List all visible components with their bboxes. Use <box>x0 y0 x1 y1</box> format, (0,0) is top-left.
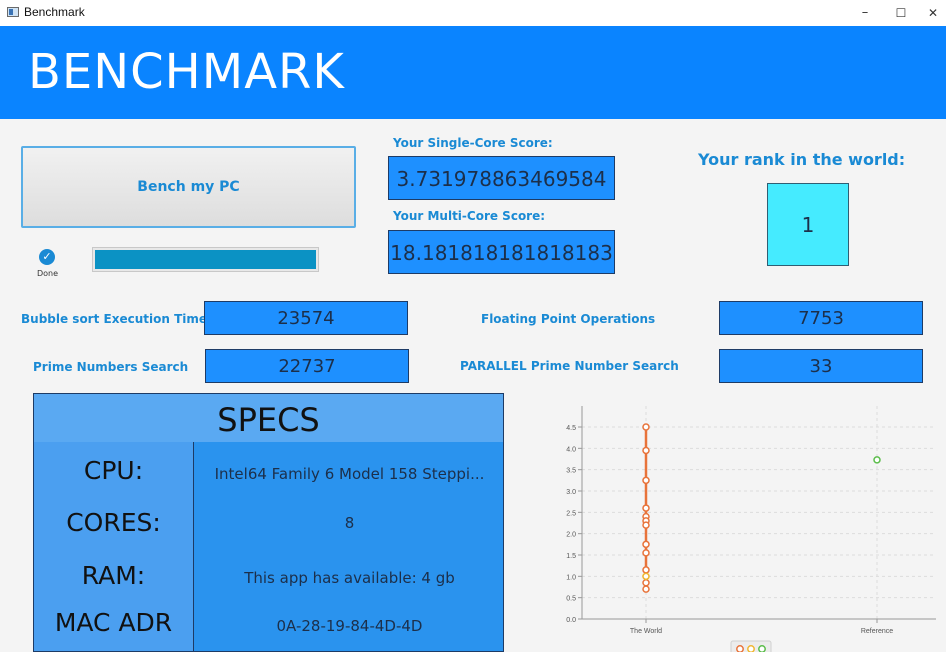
chart-point-series-0 <box>642 521 650 529</box>
chart-y-tick-label: 0.0 <box>566 617 576 624</box>
chart-legend-marker-2 <box>758 645 766 652</box>
chart-x-tick-label: Reference <box>861 628 893 635</box>
close-icon[interactable]: ✕ <box>918 2 946 24</box>
results-scatter-chart: 0.0 0.5 1.0 1.5 2.0 2.5 3.0 3.5 4.0 4.5 The World R… <box>566 406 936 652</box>
chart-point-series-1 <box>642 572 650 581</box>
specs-keys: CPU: CORES: RAM: MAC ADR <box>34 442 194 651</box>
check-icon: ✓ <box>39 249 55 265</box>
bench-my-pc-button[interactable]: Bench my PC <box>21 146 356 228</box>
spec-key-mac: MAC ADR <box>54 608 173 637</box>
spec-key-cores: CORES: <box>66 508 161 537</box>
multi-core-score-field: 18.181818181818183 <box>388 230 615 274</box>
specs-title: SPECS <box>34 394 503 443</box>
chart-y-tick-label: 2.0 <box>566 532 576 539</box>
prime-search-value: 22737 <box>205 349 409 383</box>
spec-key-cpu: CPU: <box>83 456 144 485</box>
chart-point-series-0 <box>642 585 650 593</box>
chart-y-tick-label: 2.5 <box>566 510 576 517</box>
floating-point-value: 7753 <box>719 301 923 335</box>
chart-x-tick-label: The World <box>630 628 662 635</box>
chart-y-tick-label: 3.5 <box>566 468 576 475</box>
spec-value-cpu: Intel64 Family 6 Model 158 Steppi... <box>214 465 485 483</box>
chart-point-series-0 <box>642 540 650 549</box>
chart-point-series-0 <box>642 504 650 512</box>
progress-bar <box>92 247 319 272</box>
app-window-icon <box>7 7 19 17</box>
app-header: BENCHMARK <box>0 26 946 119</box>
progress-fill <box>95 250 316 269</box>
chart-y-tick-label: 4.0 <box>566 446 576 453</box>
chart-point-series-0 <box>642 446 650 455</box>
chart-point-series-0 <box>642 578 650 587</box>
page-title: BENCHMARK <box>28 44 345 100</box>
rank-label: Your rank in the world: <box>698 150 906 169</box>
spec-value-ram: This app has available: 4 gb <box>244 569 455 587</box>
spec-value-cores: 8 <box>344 514 355 532</box>
spec-key-ram: RAM: <box>81 561 146 590</box>
window-title: Benchmark <box>24 5 85 19</box>
chart-y-tick-label: 3.0 <box>566 489 576 496</box>
chart-y-tick-label: 0.5 <box>566 596 576 603</box>
chart-point-series-0 <box>642 476 650 485</box>
prime-search-label: Prime Numbers Search <box>33 360 189 374</box>
maximize-icon[interactable]: ☐ <box>886 2 916 24</box>
chart-y-tick-label: 4.5 <box>566 425 576 432</box>
minimize-icon[interactable]: – <box>850 2 880 24</box>
chart-legend-marker-0 <box>736 645 744 652</box>
chart-point-series-0 <box>642 549 650 557</box>
title-bar: Benchmark – ☐ ✕ <box>0 0 946 27</box>
chart-point-series-0 <box>642 566 650 574</box>
chart-legend-marker-1 <box>747 645 755 652</box>
status-label: Done <box>37 269 59 278</box>
spec-value-mac: 0A-28-19-84-4D-4D <box>276 617 423 635</box>
chart-point-series-0 <box>642 423 650 431</box>
chart-point-series-2 <box>873 456 881 464</box>
chart-y-tick-label: 1.0 <box>566 574 576 581</box>
floating-point-label: Floating Point Operations <box>481 312 656 326</box>
parallel-prime-label: PARALLEL Prime Number Search <box>460 359 679 373</box>
rank-value: 1 <box>767 183 849 266</box>
bubble-sort-value: 23574 <box>204 301 408 335</box>
chart-y-tick-label: 1.5 <box>566 553 576 560</box>
single-core-score-field: 3.731978863469584 <box>388 156 615 200</box>
specs-panel: SPECS CPU: CORES: RAM: MAC ADR Intel64 F… <box>33 393 504 652</box>
bubble-sort-label: Bubble sort Execution Time <box>21 312 208 326</box>
specs-values: Intel64 Family 6 Model 158 Steppi... 8 T… <box>194 442 503 651</box>
multi-core-label: Your Multi-Core Score: <box>393 209 546 223</box>
parallel-prime-value: 33 <box>719 349 923 383</box>
single-core-label: Your Single-Core Score: <box>393 136 553 150</box>
